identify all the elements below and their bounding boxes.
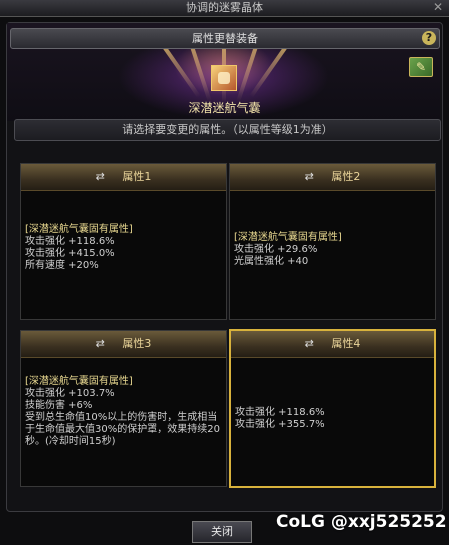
attribute-card-2[interactable]: ⇄ 属性2 [深潜迷航气囊固有属性] 攻击强化 +29.6% 光属性强化 +40 [229,163,436,320]
shuffle-icon: ⇄ [95,337,105,350]
card-header: ⇄ 属性4 [231,331,434,358]
window-titlebar[interactable]: 协调的迷雾晶体 ✕ [0,0,449,17]
shuffle-icon: ⇄ [304,170,314,183]
card-line: 攻击强化 +355.7% [235,419,325,430]
card-body: [深潜迷航气囊固有属性] 攻击强化 +103.7% 技能伤害 +6% 受到总生命… [25,376,221,448]
instruction-bar: 请选择要变更的属性。（以属性等级1为准） [14,119,441,141]
item-name: 深潜迷航气囊 [188,101,261,115]
instruction-text: 请选择要变更的属性。（以属性等级1为准） [122,123,333,136]
card-body: [深潜迷航气囊固有属性] 攻击强化 +29.6% 光属性强化 +40 [234,232,342,268]
watermark: CoLG @xxj525252 [276,512,447,532]
airbag-item-icon [211,65,237,91]
card-line: 攻击强化 +118.6% [235,407,325,418]
window-close-icon[interactable]: ✕ [431,0,445,14]
card-header: ⇄ 属性1 [21,164,226,191]
book-icon[interactable]: ✎ [409,57,433,77]
card-line: 攻击强化 +118.6% [25,236,115,247]
window-title: 协调的迷雾晶体 [186,1,263,14]
card-line: 攻击强化 +415.0% [25,248,115,259]
card-header: ⇄ 属性2 [230,164,435,191]
card-line: 攻击强化 +29.6% [234,244,318,255]
card-body: 攻击强化 +118.6% 攻击强化 +355.7% [235,407,325,431]
card-line: 攻击强化 +103.7% [25,388,115,399]
card-line: 技能伤害 +6% [25,400,93,411]
header-title-bar: 属性更替装备 [10,28,440,49]
header-title: 属性更替装备 [192,32,258,45]
attribute-card-3[interactable]: ⇄ 属性3 [深潜迷航气囊固有属性] 攻击强化 +103.7% 技能伤害 +6%… [20,330,227,487]
shuffle-icon: ⇄ [95,170,105,183]
card-line: 所有速度 +20% [25,260,99,271]
card-title: 属性2 [331,170,361,183]
card-line: [深潜迷航气囊固有属性] [234,232,342,243]
card-title: 属性3 [122,337,152,350]
close-button[interactable]: 关闭 [192,521,252,543]
card-line: 受到总生命值10%以上的伤害时，生成相当于生命值最大值30%的保护罩，效果持续2… [25,412,220,447]
dialog-window: 协调的迷雾晶体 ✕ 属性更替装备 ? ✎ 深潜迷航气囊 请选择要变更的属性。（以… [0,0,449,545]
card-line: 光属性强化 +40 [234,256,309,267]
card-header: ⇄ 属性3 [21,331,226,358]
attribute-card-4[interactable]: ⇄ 属性4 攻击强化 +118.6% 攻击强化 +355.7% [229,329,436,488]
shuffle-icon: ⇄ [304,337,314,350]
card-body: [深潜迷航气囊固有属性] 攻击强化 +118.6% 攻击强化 +415.0% 所… [25,224,133,272]
card-line: [深潜迷航气囊固有属性] [25,376,133,387]
attribute-card-1[interactable]: ⇄ 属性1 [深潜迷航气囊固有属性] 攻击强化 +118.6% 攻击强化 +41… [20,163,227,320]
card-title: 属性4 [331,337,361,350]
help-icon[interactable]: ? [422,31,436,45]
card-line: [深潜迷航气囊固有属性] [25,224,133,235]
card-title: 属性1 [122,170,152,183]
